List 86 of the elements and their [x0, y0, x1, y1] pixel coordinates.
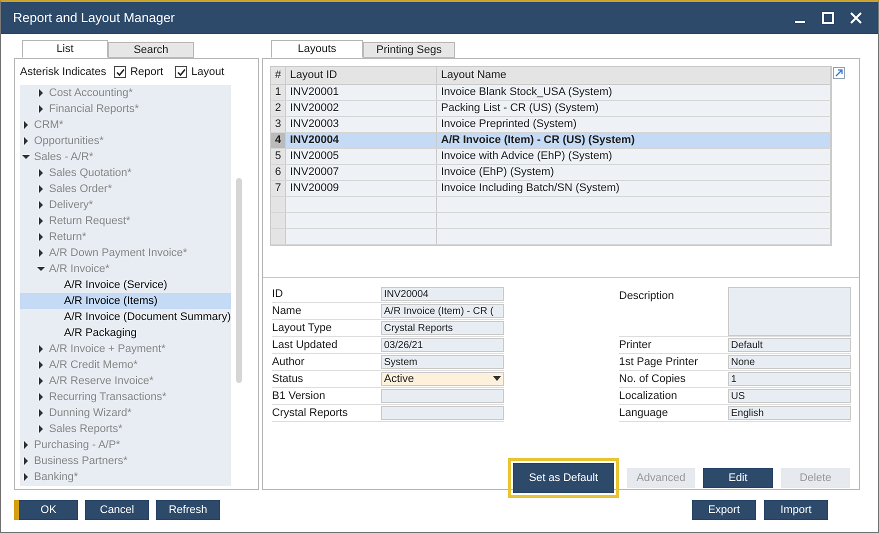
button[interactable]: Refresh [156, 500, 220, 520]
input-field[interactable]: 03/26/21 [381, 338, 504, 352]
input-field[interactable]: A/R Invoice (Item) - CR ( [381, 304, 504, 318]
button[interactable]: Import [764, 500, 828, 520]
field-label: Language [619, 406, 669, 421]
table-cell: 7 [271, 181, 286, 196]
tab[interactable]: List [22, 40, 108, 58]
table-row[interactable]: 1 INV20001 Invoice Blank Stock_USA (System) [271, 85, 831, 101]
table-cell: INV20007 [286, 165, 437, 180]
field-label: Author [272, 354, 306, 370]
tab[interactable]: Layouts [271, 40, 363, 58]
field-label: B1 Version [272, 388, 326, 404]
close-icon[interactable] [850, 12, 862, 24]
checkbox[interactable] [175, 66, 188, 78]
table-cell: INV20009 [286, 181, 437, 196]
field-label: No. of Copies [619, 372, 687, 387]
table-row[interactable]: 4 INV20004 A/R Invoice (Item) - CR (US) (System) [271, 133, 831, 149]
table-cell: Invoice (EhP) (System) [437, 165, 831, 180]
tab[interactable]: Search [108, 42, 194, 58]
table-cell: Invoice Blank Stock_USA (System) [437, 85, 831, 100]
table-cell: 4 [271, 133, 286, 148]
field-label: Layout Type [272, 320, 333, 336]
table-cell: Invoice Including Batch/SN (System) [437, 181, 831, 196]
table-row[interactable]: 2 INV20002 Packing List - CR (US) (System) [271, 101, 831, 117]
caret-icon [493, 376, 501, 382]
scrollbar[interactable] [236, 178, 242, 383]
button[interactable]: OK [14, 500, 78, 520]
column-header[interactable]: # [271, 67, 286, 84]
table-cell: 1 [271, 85, 286, 100]
description-field[interactable] [728, 287, 851, 336]
table-cell: INV20004 [286, 133, 437, 148]
collapse-arrow-icon[interactable] [37, 265, 45, 273]
table-cell: 5 [271, 149, 286, 164]
tree-item[interactable]: A/R Invoice (Document Summary) [20, 309, 231, 325]
input-field[interactable]: INV20004 [381, 287, 504, 301]
field-label: Status [272, 372, 304, 387]
table-cell: 2 [271, 101, 286, 116]
table-cell: 6 [271, 165, 286, 180]
tree-item[interactable]: A/R Invoice (Service) [20, 277, 231, 293]
input-field[interactable]: System [381, 355, 504, 369]
input-field[interactable] [381, 406, 504, 420]
button[interactable]: Set as Default [508, 458, 619, 498]
asterisk-label: Asterisk Indicates [20, 64, 106, 80]
table-cell: Invoice with Advice (EhP) (System) [437, 149, 831, 164]
field-label: Printer [619, 338, 652, 353]
table-cell: Packing List - CR (US) (System) [437, 101, 831, 116]
field-label: Crystal Reports [272, 406, 349, 421]
tab[interactable]: Printing Segs [363, 42, 455, 58]
table-cell: INV20005 [286, 149, 437, 164]
input-field[interactable]: US [728, 389, 851, 403]
collapse-arrow-icon[interactable] [22, 153, 30, 161]
column-header[interactable]: Layout Name [437, 67, 831, 84]
table-cell: INV20001 [286, 85, 437, 100]
table-cell: A/R Invoice (Item) - CR (US) (System) [437, 133, 831, 148]
field-label: ID [272, 286, 284, 302]
table-row[interactable]: 7 INV20009 Invoice Including Batch/SN (System) [271, 181, 831, 197]
table-cell: Invoice Preprinted (System) [437, 117, 831, 132]
input-field[interactable] [381, 389, 504, 403]
checkbox-label: Layout [191, 64, 224, 80]
field-label: Localization [619, 388, 678, 404]
table-cell: INV20002 [286, 101, 437, 116]
field-label: Name [272, 304, 302, 319]
window-title: Report and Layout Manager [13, 9, 175, 28]
checkbox-label: Report [130, 64, 164, 80]
input-field[interactable]: None [728, 355, 851, 369]
tree-item[interactable]: A/R Invoice (Items) [20, 293, 231, 309]
button[interactable]: Export [692, 500, 756, 520]
table-cell: 3 [271, 117, 286, 132]
maximize-icon[interactable] [822, 12, 834, 24]
tree-item[interactable]: A/R Packaging [20, 325, 231, 341]
input-field[interactable]: Default [728, 338, 851, 352]
table-row[interactable]: 6 INV20007 Invoice (EhP) (System) [271, 165, 831, 181]
field-label: Last Updated [272, 338, 338, 353]
button[interactable]: Cancel [85, 500, 149, 520]
input-field[interactable]: 1 [728, 372, 851, 386]
field-label: Description [619, 289, 676, 304]
status-dropdown[interactable]: Active [381, 372, 504, 386]
table-row[interactable]: 5 INV20005 Invoice with Advice (EhP) (System) [271, 149, 831, 165]
expand-icon[interactable] [833, 67, 845, 79]
checkbox[interactable] [114, 66, 126, 78]
button[interactable]: Edit [703, 468, 773, 488]
input-field[interactable]: Crystal Reports [381, 321, 504, 335]
column-header[interactable]: Layout ID [286, 67, 437, 84]
field-label: 1st Page Printer [619, 354, 699, 370]
table-cell: INV20003 [286, 117, 437, 132]
input-field[interactable]: English [728, 406, 851, 420]
